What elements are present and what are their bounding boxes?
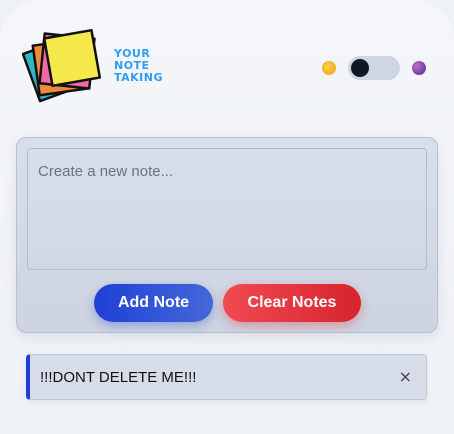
sticky-notes-logo-icon xyxy=(21,28,102,103)
app-window: YOUR NOTE TAKING Add Note Clear Notes !!… xyxy=(0,0,454,434)
theme-toggle[interactable] xyxy=(320,54,430,82)
logo-text: YOUR NOTE TAKING xyxy=(114,48,163,84)
switch-knob[interactable] xyxy=(351,59,369,77)
new-note-input[interactable] xyxy=(27,148,427,270)
add-note-button[interactable]: Add Note xyxy=(94,284,213,322)
logo-line-3: TAKING xyxy=(114,71,164,84)
delete-note-icon[interactable]: × xyxy=(399,367,412,386)
theme-switch[interactable] xyxy=(348,56,400,80)
sun-icon xyxy=(322,61,336,75)
clear-notes-button[interactable]: Clear Notes xyxy=(223,284,361,322)
note-composer: Add Note Clear Notes xyxy=(16,137,438,333)
note-text: !!!DONT DELETE ME!!! xyxy=(40,369,197,386)
app-logo: YOUR NOTE TAKING xyxy=(21,22,182,112)
moon-icon xyxy=(412,61,426,75)
note-item: !!!DONT DELETE ME!!! × xyxy=(26,354,427,400)
